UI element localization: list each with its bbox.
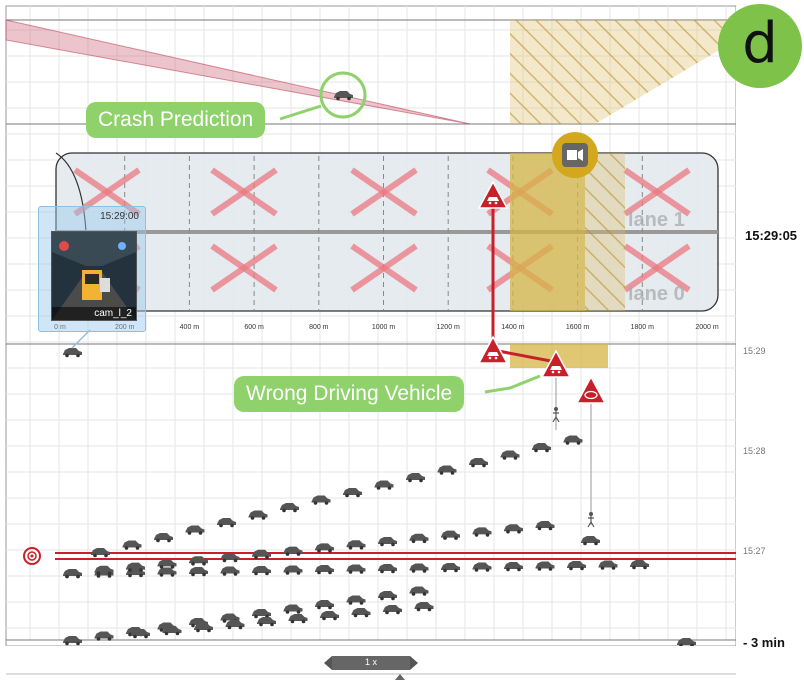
time-tick-1527: 15:27	[743, 546, 766, 556]
panel-badge: d	[718, 4, 802, 88]
time-range-label: - 3 min	[743, 635, 785, 650]
distance-tick-label: 1600 m	[566, 324, 590, 331]
lane-label-0: lane 0	[628, 283, 685, 305]
distance-tick-label: 1800 m	[631, 324, 655, 331]
playback-speed-control[interactable]: 1 x	[324, 656, 418, 670]
distance-tick-label: 1000 m	[372, 324, 396, 331]
tunnel-monitor-view: 0 m 200 m 400 m 600 m 800 m 1000 m 1200 m 1400 …	[0, 0, 804, 683]
distance-tick-label: 2000 m	[695, 324, 719, 331]
camera-marker[interactable]	[552, 132, 598, 178]
hazard-zone-road-edge	[585, 153, 625, 311]
time-tick-1529: 15:29	[743, 346, 766, 356]
lane-label-1: lane 1	[628, 209, 685, 231]
camera-snapshot[interactable]: cam_l_2	[51, 231, 137, 321]
time-tick-1528: 15:28	[743, 446, 766, 456]
thumbnail-time: 15:29:00	[100, 211, 139, 222]
distance-tick-label: 1400 m	[501, 324, 525, 331]
camera-name: cam_l_2	[52, 307, 136, 320]
playback-speed-label: 1 x	[364, 657, 377, 667]
distance-tick-label: 800 m	[309, 324, 329, 331]
current-time-label: 15:29:05	[745, 228, 798, 243]
wrong-driving-callout: Wrong Driving Vehicle	[234, 376, 465, 412]
crash-prediction-callout: Crash Prediction	[86, 102, 266, 138]
distance-tick-label: 600 m	[244, 324, 264, 331]
camera-thumbnail[interactable]: 15:29:00 cam_l_2	[38, 206, 146, 332]
distance-tick-label: 1200 m	[437, 324, 461, 331]
distance-tick-label: 400 m	[180, 324, 200, 331]
